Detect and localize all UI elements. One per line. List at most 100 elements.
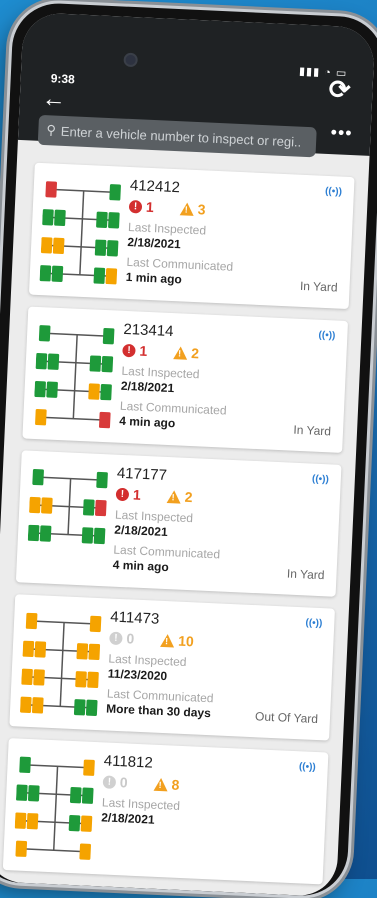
tire-green: [39, 525, 52, 542]
vehicle-list: 412412!13Last Inspected2/18/2021Last Com…: [0, 162, 369, 897]
warning-count-value: 10: [177, 632, 195, 650]
alert-counts: !1 2: [122, 342, 229, 363]
warning-count: 8: [153, 776, 180, 793]
tire-green: [93, 527, 106, 545]
yard-status: In Yard: [286, 566, 325, 583]
tire-green: [51, 265, 64, 282]
warning-icon: [166, 489, 181, 504]
vehicle-info: 213414!12Last Inspected2/18/2021Last Com…: [119, 321, 230, 433]
error-count-value: 1: [132, 486, 142, 503]
tire-green: [100, 383, 112, 401]
tire-red: [45, 181, 57, 198]
tire-green: [96, 211, 108, 228]
error-icon: !: [115, 487, 130, 501]
warning-count: 3: [179, 200, 206, 217]
tire-orange: [15, 840, 28, 857]
error-icon: !: [102, 774, 117, 789]
vehicle-number: 412412: [129, 177, 181, 197]
error-count-value: 0: [126, 630, 135, 647]
axle-spine: [72, 334, 78, 419]
axle-spine: [59, 622, 65, 707]
tire-orange: [87, 671, 99, 689]
tire-diagram: [27, 468, 108, 545]
vehicle-number: 213414: [123, 320, 174, 341]
yard-status: In Yard: [293, 422, 332, 439]
tire-diagram: [14, 756, 95, 860]
connectivity-icon: ((•)): [324, 185, 343, 198]
tire-green: [46, 381, 58, 398]
vehicle-card[interactable]: 411473!010Last Inspected11/23/2020Last C…: [9, 594, 335, 741]
tire-orange: [75, 671, 87, 688]
error-icon: !: [109, 631, 123, 645]
error-count: ! 0: [102, 773, 129, 791]
vehicle-info: 411473!010Last Inspected11/23/2020Last C…: [106, 609, 217, 721]
tire-diagram: [39, 181, 121, 285]
status-time: 9:38: [50, 71, 76, 87]
tire-orange: [34, 641, 47, 658]
search-input[interactable]: [60, 123, 302, 150]
vehicle-search-field[interactable]: ⚲: [37, 114, 317, 158]
warning-count-value: 8: [171, 776, 180, 793]
tire-green: [85, 699, 98, 716]
alert-counts: !0 10: [109, 630, 216, 651]
tire-red: [95, 499, 107, 517]
yard-status: Out Of Yard: [254, 709, 319, 727]
vehicle-card[interactable]: 412412!13Last Inspected2/18/2021Last Com…: [28, 162, 355, 310]
tire-green: [32, 468, 44, 486]
warning-icon: [159, 633, 175, 647]
tire-orange: [33, 669, 45, 686]
tire-orange: [105, 268, 118, 285]
connectivity-icon: ((•)): [305, 617, 323, 630]
tire-green: [38, 325, 51, 342]
tire-green: [28, 785, 40, 802]
alert-counts: !0 8: [102, 773, 182, 793]
tire-green: [34, 380, 46, 398]
alert-counts: !1 2: [115, 486, 223, 507]
error-count: ! 1: [122, 342, 148, 359]
connectivity-icon: ((•)): [318, 329, 336, 342]
tire-green: [68, 814, 81, 832]
tire-diagram: [20, 612, 102, 716]
warning-count: 2: [166, 488, 193, 506]
last-inspected-value: 2/18/2021: [100, 810, 155, 827]
tire-red: [99, 411, 111, 429]
connectivity-icon: ((•)): [311, 473, 330, 486]
tire-green: [101, 355, 114, 373]
vehicle-card[interactable]: 411812!08Last Inspected2/18/2021((•)): [2, 738, 329, 885]
tire-green: [102, 328, 115, 345]
phone-frame: 9:38 ▮▮▮ ◔ ▭ ← ⟳ ••• ⚲ 412412!13Last Ins…: [0, 1, 377, 898]
vehicle-number: 411812: [103, 752, 154, 772]
vehicle-info: 412412!13Last Inspected2/18/2021Last Com…: [125, 177, 236, 289]
error-count: ! 1: [128, 198, 155, 216]
back-arrow-icon[interactable]: ←: [41, 85, 66, 113]
vehicle-number: 417177: [116, 464, 168, 484]
error-icon: !: [122, 343, 136, 357]
tire-green: [19, 756, 31, 774]
tire-green: [42, 209, 54, 226]
tire-orange: [80, 815, 93, 832]
warning-icon: [172, 345, 188, 360]
warning-count-value: 2: [184, 488, 193, 506]
tire-green: [83, 499, 95, 516]
tire-diagram: [34, 325, 115, 429]
connectivity-icon: ((•)): [298, 761, 317, 774]
tire-orange: [26, 813, 39, 830]
tire-orange: [52, 237, 65, 255]
refresh-icon[interactable]: ⟳: [328, 74, 351, 105]
vehicle-card[interactable]: 213414!12Last Inspected2/18/2021Last Com…: [22, 306, 349, 453]
tire-green: [109, 184, 121, 201]
error-count: ! 1: [115, 486, 142, 503]
tire-orange: [88, 383, 100, 400]
error-count-value: 0: [119, 774, 129, 791]
app-header: 9:38 ▮▮▮ ◔ ▭ ← ⟳ ••• ⚲: [17, 12, 376, 158]
error-count-value: 1: [145, 198, 155, 216]
vehicle-info: 411812!08Last Inspected2/18/2021: [101, 752, 182, 827]
more-options-icon[interactable]: •••: [330, 122, 353, 144]
tire-orange: [89, 615, 102, 633]
axle-spine: [79, 190, 85, 275]
tire-green: [16, 784, 28, 801]
tire-green: [94, 239, 107, 256]
tire-green: [81, 527, 94, 544]
vehicle-card[interactable]: 417177!12Last Inspected2/18/2021Last Com…: [15, 450, 342, 597]
tire-green: [35, 352, 48, 370]
